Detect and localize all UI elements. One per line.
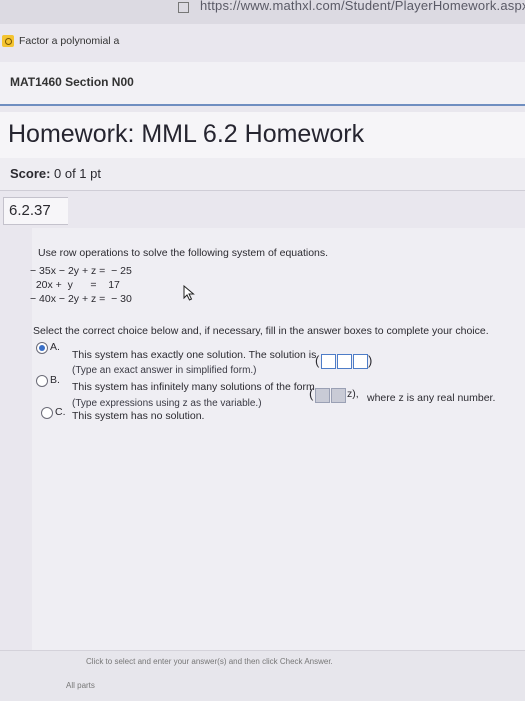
choice-b-note: (Type expressions using z as the variabl… — [72, 398, 262, 409]
choice-b-text: This system has infinitely many solution… — [72, 381, 315, 393]
bookmark-item[interactable]: Factor a polynomial a — [0, 30, 119, 52]
choice-a-letter: A. — [50, 341, 60, 353]
score-value: 0 of 1 pt — [54, 166, 101, 181]
form-tail: z), — [347, 388, 359, 400]
choice-a-text: This system has exactly one solution. Th… — [72, 349, 317, 361]
close-paren: ) — [368, 353, 373, 368]
footer-bar: Click to select and enter your answer(s)… — [0, 650, 525, 701]
choice-c-letter: C. — [55, 406, 66, 418]
score-row: Score: 0 of 1 pt — [0, 158, 525, 191]
footer-parts: All parts — [66, 681, 95, 690]
course-header: MAT1460 Section N00 — [0, 62, 525, 106]
answer-box-b2[interactable] — [331, 388, 346, 403]
select-prompt: Select the correct choice below and, if … — [33, 325, 489, 337]
bookmark-label: Factor a polynomial a — [19, 35, 120, 47]
answer-box-b1[interactable] — [315, 388, 330, 403]
choice-b-tail: where z is any real number. — [367, 392, 496, 404]
question-number-box: 6.2.37 — [3, 197, 68, 225]
course-title: MAT1460 Section N00 — [10, 75, 134, 89]
question-number: 6.2.37 — [9, 202, 51, 219]
choice-a-note: (Type an exact answer in simplified form… — [72, 365, 257, 376]
equation-line: − 35x − 2y + z = − 25 — [30, 265, 132, 277]
equation-line: 20x + y = 17 — [30, 279, 120, 291]
answer-box-x[interactable] — [321, 354, 336, 369]
mouse-pointer-icon — [183, 285, 195, 301]
search-bookmark-icon — [2, 35, 14, 47]
open-paren: ( — [309, 386, 314, 401]
homework-header: Homework: MML 6.2 Homework — [0, 112, 525, 159]
equation-line: − 40x − 2y + z = − 30 — [30, 293, 132, 305]
browser-address-strip: https://www.mathxl.com/Student/PlayerHom… — [0, 0, 525, 24]
open-paren: ( — [315, 353, 320, 368]
choice-c-radio[interactable] — [41, 407, 53, 419]
question-instructions: Use row operations to solve the followin… — [38, 247, 329, 259]
choice-b-radio[interactable] — [36, 375, 48, 387]
answer-box-y[interactable] — [337, 354, 352, 369]
choice-b-letter: B. — [50, 374, 60, 386]
page-title: Homework: MML 6.2 Homework — [8, 120, 365, 148]
score-label: Score: — [10, 166, 51, 181]
tab-icon — [178, 2, 189, 13]
answer-box-z[interactable] — [353, 354, 368, 369]
choice-c-text: This system has no solution. — [72, 410, 205, 422]
address-bar[interactable]: https://www.mathxl.com/Student/PlayerHom… — [200, 0, 525, 13]
choice-a-radio[interactable] — [36, 342, 48, 354]
footer-instruction: Click to select and enter your answer(s)… — [86, 657, 333, 666]
